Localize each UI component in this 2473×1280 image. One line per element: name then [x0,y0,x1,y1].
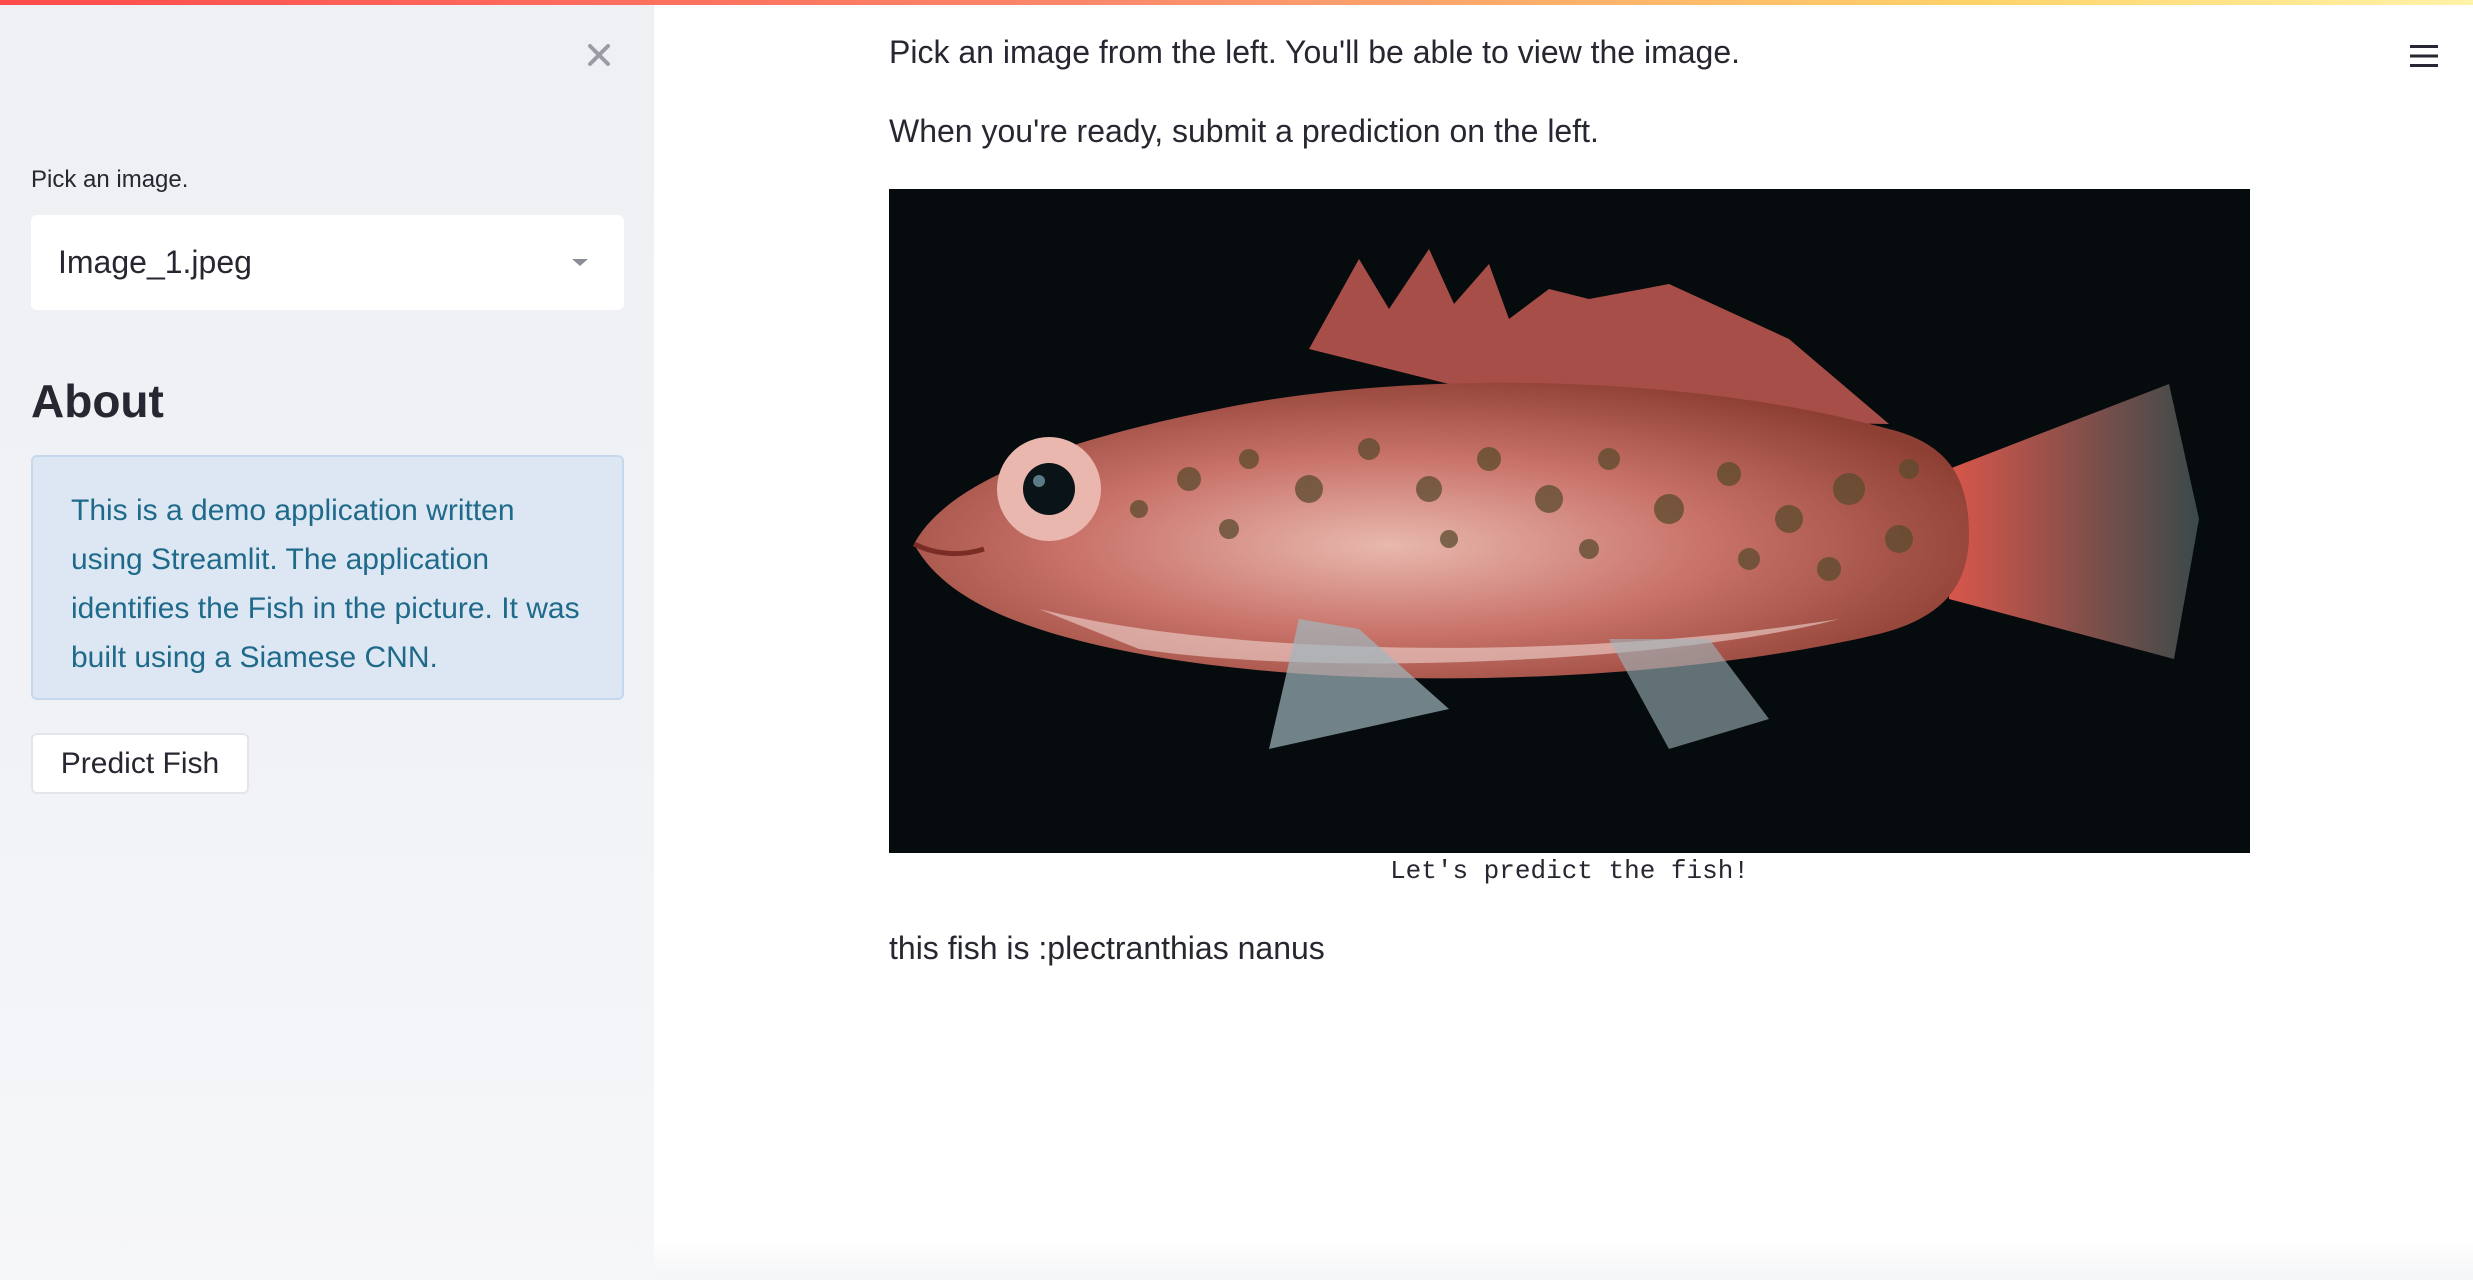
select-value: Image_1.jpeg [58,244,252,280]
close-icon [588,44,610,66]
select-label: Pick an image. [31,166,189,193]
about-info-box: This is a demo application written using… [31,455,624,700]
bottom-fade [654,1240,2473,1280]
sidebar-close-button[interactable] [578,30,620,80]
top-decoration-bar [0,0,2473,5]
sidebar: Pick an image. Image_1.jpeg About This i… [0,0,654,1280]
image-select[interactable]: Image_1.jpeg [31,215,624,310]
prediction-result: this fish is :plectranthias nanus [889,930,1325,966]
about-heading: About [31,375,164,427]
main-menu-button[interactable] [2407,36,2441,76]
fish-illustration [889,189,2250,853]
image-caption: Let's predict the fish! [1390,856,1749,886]
hamburger-menu-icon [2410,45,2438,67]
instruction-text-1: Pick an image from the left. You'll be a… [889,34,1741,70]
predict-fish-button[interactable]: Predict Fish [31,733,249,794]
caret-down-icon [572,259,588,266]
instruction-text-2: When you're ready, submit a prediction o… [889,113,1599,149]
fish-image [889,189,2250,853]
app-window: Pick an image. Image_1.jpeg About This i… [0,0,2473,1280]
